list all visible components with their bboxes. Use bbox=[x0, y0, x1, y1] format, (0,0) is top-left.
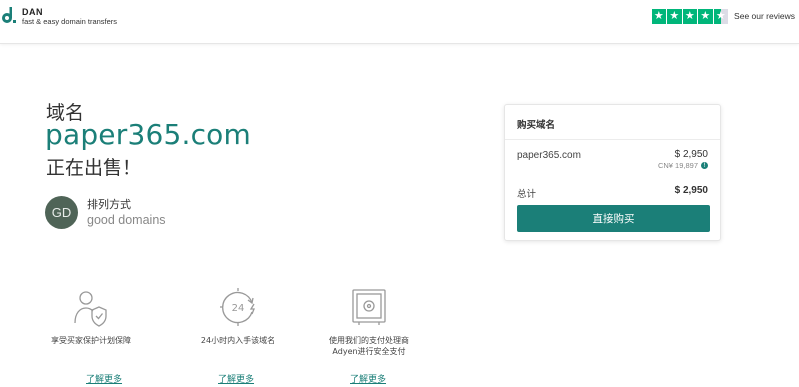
for-sale-text: 正在出售！ bbox=[46, 157, 142, 179]
learn-more-link[interactable]: 了解更多 bbox=[86, 372, 122, 385]
feature-text: 享受买家保护计划保障 bbox=[51, 336, 131, 345]
info-icon[interactable]: ! bbox=[701, 162, 708, 169]
dan-logo[interactable]: DAN fast & easy domain transfers bbox=[0, 5, 117, 27]
shield-user-icon bbox=[74, 291, 107, 327]
item-price: $ 2,950 bbox=[674, 149, 708, 160]
seller-sort-label: 排列方式 bbox=[87, 198, 131, 211]
feature-fast-transfer: 24 24小时内入手该域名 bbox=[173, 285, 303, 346]
buy-domain-card: 购买域名 paper365.com $ 2,950 CN¥ 19,897 ! 总… bbox=[504, 104, 721, 241]
feature-secure-payment: 使用我们的支付处理商 Adyen进行安全支付 bbox=[304, 285, 434, 357]
feature-text: 24小时内入手该域名 bbox=[200, 336, 276, 345]
svg-text:24: 24 bbox=[232, 303, 245, 314]
cny-price-text: CN¥ 19,897 bbox=[657, 161, 698, 170]
trustpilot-widget[interactable]: ★ ★ ★ ★ ★ See our reviews bbox=[651, 9, 795, 24]
reviews-link[interactable]: See our reviews bbox=[734, 11, 795, 21]
star-icon: ★ bbox=[651, 9, 667, 24]
rating-stars: ★ ★ ★ ★ ★ bbox=[651, 9, 729, 24]
learn-more-link[interactable]: 了解更多 bbox=[218, 372, 254, 385]
logo-tagline: fast & easy domain transfers bbox=[22, 16, 118, 26]
card-title: 购买域名 bbox=[517, 120, 556, 131]
seller-name: good domains bbox=[87, 213, 166, 227]
logo-text: DAN fast & easy domain transfers bbox=[22, 7, 117, 26]
seller-text: 排列方式 good domains bbox=[87, 197, 166, 228]
domain-name: paper365.com bbox=[45, 118, 251, 151]
item-price-cny: CN¥ 19,897 ! bbox=[658, 161, 708, 170]
star-icon: ★ bbox=[682, 9, 698, 24]
total-price: $ 2,950 bbox=[674, 185, 708, 196]
half-star-icon: ★ bbox=[713, 9, 729, 24]
total-label: 总计 bbox=[517, 189, 537, 200]
star-icon: ★ bbox=[698, 9, 713, 24]
site-header: DAN fast & easy domain transfers ★ ★ ★ ★… bbox=[0, 0, 799, 44]
dan-logo-icon bbox=[0, 5, 18, 27]
star-icon: ★ bbox=[667, 9, 682, 24]
buy-now-button[interactable]: 直接购买 bbox=[517, 205, 710, 232]
safe-icon bbox=[352, 289, 386, 325]
learn-more-link[interactable]: 了解更多 bbox=[350, 372, 386, 385]
item-domain-name: paper365.com bbox=[517, 150, 581, 161]
feature-text-line2: Adyen进行安全支付 bbox=[332, 347, 406, 356]
logo-name: DAN bbox=[22, 6, 43, 17]
seller-info: GD 排列方式 good domains bbox=[45, 196, 166, 229]
card-divider bbox=[505, 139, 720, 140]
feature-text: 使用我们的支付处理商 bbox=[329, 336, 409, 345]
avatar: GD bbox=[45, 196, 78, 229]
feature-buyer-protection: 享受买家保护计划保障 bbox=[26, 285, 156, 346]
clock-24-icon: 24 bbox=[220, 288, 255, 326]
